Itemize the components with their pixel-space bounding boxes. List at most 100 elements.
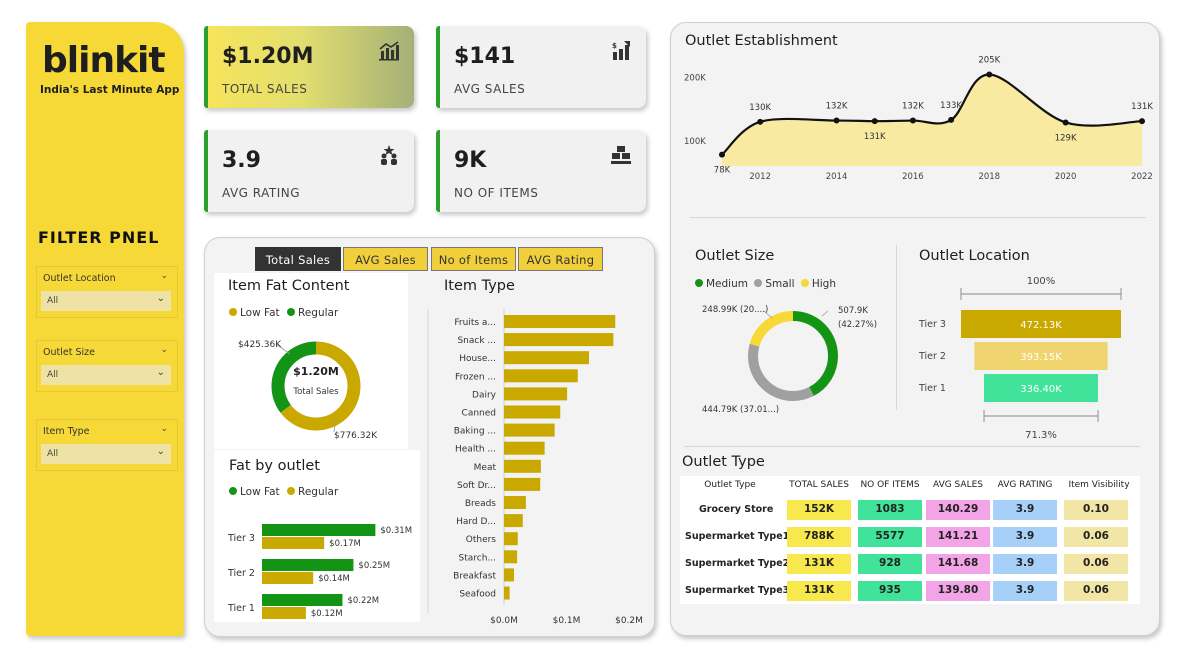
collapse-icon[interactable]: ⌄: [160, 345, 168, 355]
bar-low-fat[interactable]: [262, 559, 354, 571]
legend-small: Small: [765, 278, 795, 290]
item-type-label: Others: [466, 535, 497, 545]
fat-content-legend: Low Fat Regular: [229, 307, 338, 319]
cell-avg-rating: 3.9: [993, 581, 1057, 601]
data-label: 78K: [714, 166, 731, 176]
item-type-bar[interactable]: [504, 405, 561, 419]
donut-center-label: Total Sales: [292, 387, 339, 397]
kpi-value: 9K: [454, 148, 487, 173]
data-point[interactable]: [757, 118, 764, 125]
collapse-icon[interactable]: ⌄: [160, 424, 168, 434]
item-type-label: Snack ...: [457, 336, 496, 346]
bar-low-fat[interactable]: [262, 524, 376, 536]
item-type-chart-title: Item Type: [444, 278, 515, 294]
donut-label-regular: $776.32K: [334, 431, 378, 441]
item-type-bar[interactable]: [504, 441, 545, 455]
outlet-location-dropdown[interactable]: All ⌄: [41, 291, 171, 311]
item-type-bar[interactable]: [504, 369, 578, 383]
kpi-caption: TOTAL SALES: [222, 82, 308, 96]
item-type-bar[interactable]: [504, 477, 541, 491]
item-type-bar[interactable]: [504, 423, 555, 437]
item-type-bar[interactable]: [504, 496, 526, 509]
tab-total-sales[interactable]: Total Sales: [255, 247, 341, 271]
fat-by-outlet-title: Fat by outlet: [229, 458, 320, 474]
boxes-icon: [611, 146, 631, 164]
cell-total-sales: 131K: [787, 581, 851, 601]
tab-avg-rating[interactable]: AVG Rating: [518, 247, 603, 271]
bar-regular[interactable]: [262, 572, 314, 584]
table-row-label: Supermarket Type3: [685, 585, 790, 596]
data-point[interactable]: [871, 118, 878, 125]
item-type-label: Fruits a...: [454, 318, 496, 328]
funnel-value: 472.13K: [1020, 320, 1062, 331]
funnel-bottom-percent: 71.3%: [1025, 430, 1057, 441]
filter-panel-title: FILTER PNEL: [38, 228, 160, 247]
divider: [896, 245, 897, 410]
data-label: 205K: [978, 55, 1000, 65]
legend-regular: Regular: [298, 307, 339, 319]
x-tick-label: 2012: [749, 172, 771, 182]
item-type-bar[interactable]: [504, 550, 518, 564]
item-type-bar[interactable]: [504, 315, 616, 328]
item-type-bar[interactable]: [504, 586, 510, 600]
y-tick-label: 100K: [684, 137, 706, 147]
bar-label-regular: $0.14M: [318, 574, 350, 584]
legend-dot: [695, 279, 703, 287]
cell-item-visibility: 0.06: [1064, 527, 1128, 547]
item-type-bar[interactable]: [504, 568, 514, 582]
cell-item-visibility: 0.10: [1064, 500, 1128, 520]
x-tick-label: $0.2M: [615, 616, 643, 626]
table-row-label: Supermarket Type1: [685, 531, 790, 542]
bar-low-fat[interactable]: [262, 594, 343, 606]
kpi-value: $141: [454, 44, 516, 69]
funnel-value: 336.40K: [1020, 384, 1062, 395]
item-type-bar[interactable]: [504, 532, 518, 546]
fat-by-outlet-bar-chart: Tier 3 $0.31M $0.17M Tier 2 $0.25M $0.14M Tier…: [227, 524, 412, 619]
tab-no-of-items[interactable]: No of Items: [431, 247, 516, 271]
legend-dot: [800, 279, 809, 287]
divider: [690, 217, 1146, 218]
item-type-bar[interactable]: [504, 351, 589, 365]
item-type-dropdown[interactable]: All ⌄: [41, 444, 171, 464]
bar-regular[interactable]: [262, 607, 306, 619]
cell-no-of-items: 928: [858, 554, 922, 574]
outlet-location-title: Outlet Location: [919, 248, 1030, 264]
data-label: 129K: [1055, 133, 1077, 143]
table-header: Outlet Type: [704, 480, 756, 490]
cell-avg-sales: 141.68: [926, 554, 990, 574]
item-type-bar[interactable]: [504, 459, 541, 473]
data-point[interactable]: [986, 71, 993, 78]
outlet-size-donut: 507.9K (42.27%) 444.79K (37.01...) 248.9…: [702, 305, 877, 415]
data-label: 131K: [1131, 102, 1153, 112]
data-point[interactable]: [1062, 119, 1069, 126]
outlet-size-dropdown[interactable]: All ⌄: [41, 365, 171, 385]
cell-avg-rating: 3.9: [993, 527, 1057, 547]
collapse-icon[interactable]: ⌄: [160, 271, 168, 281]
item-type-label: Seafood: [459, 590, 496, 600]
cell-avg-rating: 3.9: [993, 500, 1057, 520]
tier-label: Tier 2: [918, 351, 946, 362]
outlet-establishment-area-chart: 78K 130K 132K 131K 132K 133K 205K 129K 131K 100K 2…: [684, 55, 1153, 182]
data-point[interactable]: [909, 117, 916, 124]
rating-people-icon: [381, 145, 397, 165]
bar-regular[interactable]: [262, 537, 325, 549]
legend-dot: [229, 487, 237, 495]
kpi-avg-rating: 3.9 AVG RATING: [204, 130, 414, 212]
x-tick-label: 2016: [902, 172, 924, 182]
tab-avg-sales[interactable]: AVG Sales: [343, 247, 428, 271]
donut-label-high: 248.99K (20....): [702, 305, 768, 315]
data-point[interactable]: [1139, 118, 1145, 125]
item-type-bar[interactable]: [504, 387, 568, 401]
kpi-caption: AVG RATING: [222, 186, 301, 200]
item-type-bar[interactable]: [504, 514, 523, 528]
item-type-label: Canned: [462, 409, 496, 419]
cell-no-of-items: 5577: [858, 527, 922, 547]
chevron-down-icon: ⌄: [156, 446, 165, 457]
data-point[interactable]: [948, 116, 955, 123]
x-tick-label: $0.1M: [553, 616, 581, 626]
cell-avg-rating: 3.9: [993, 554, 1057, 574]
cell-total-sales: 131K: [787, 554, 851, 574]
item-type-bar[interactable]: [504, 333, 614, 347]
data-point[interactable]: [833, 117, 840, 124]
data-point[interactable]: [719, 151, 725, 158]
